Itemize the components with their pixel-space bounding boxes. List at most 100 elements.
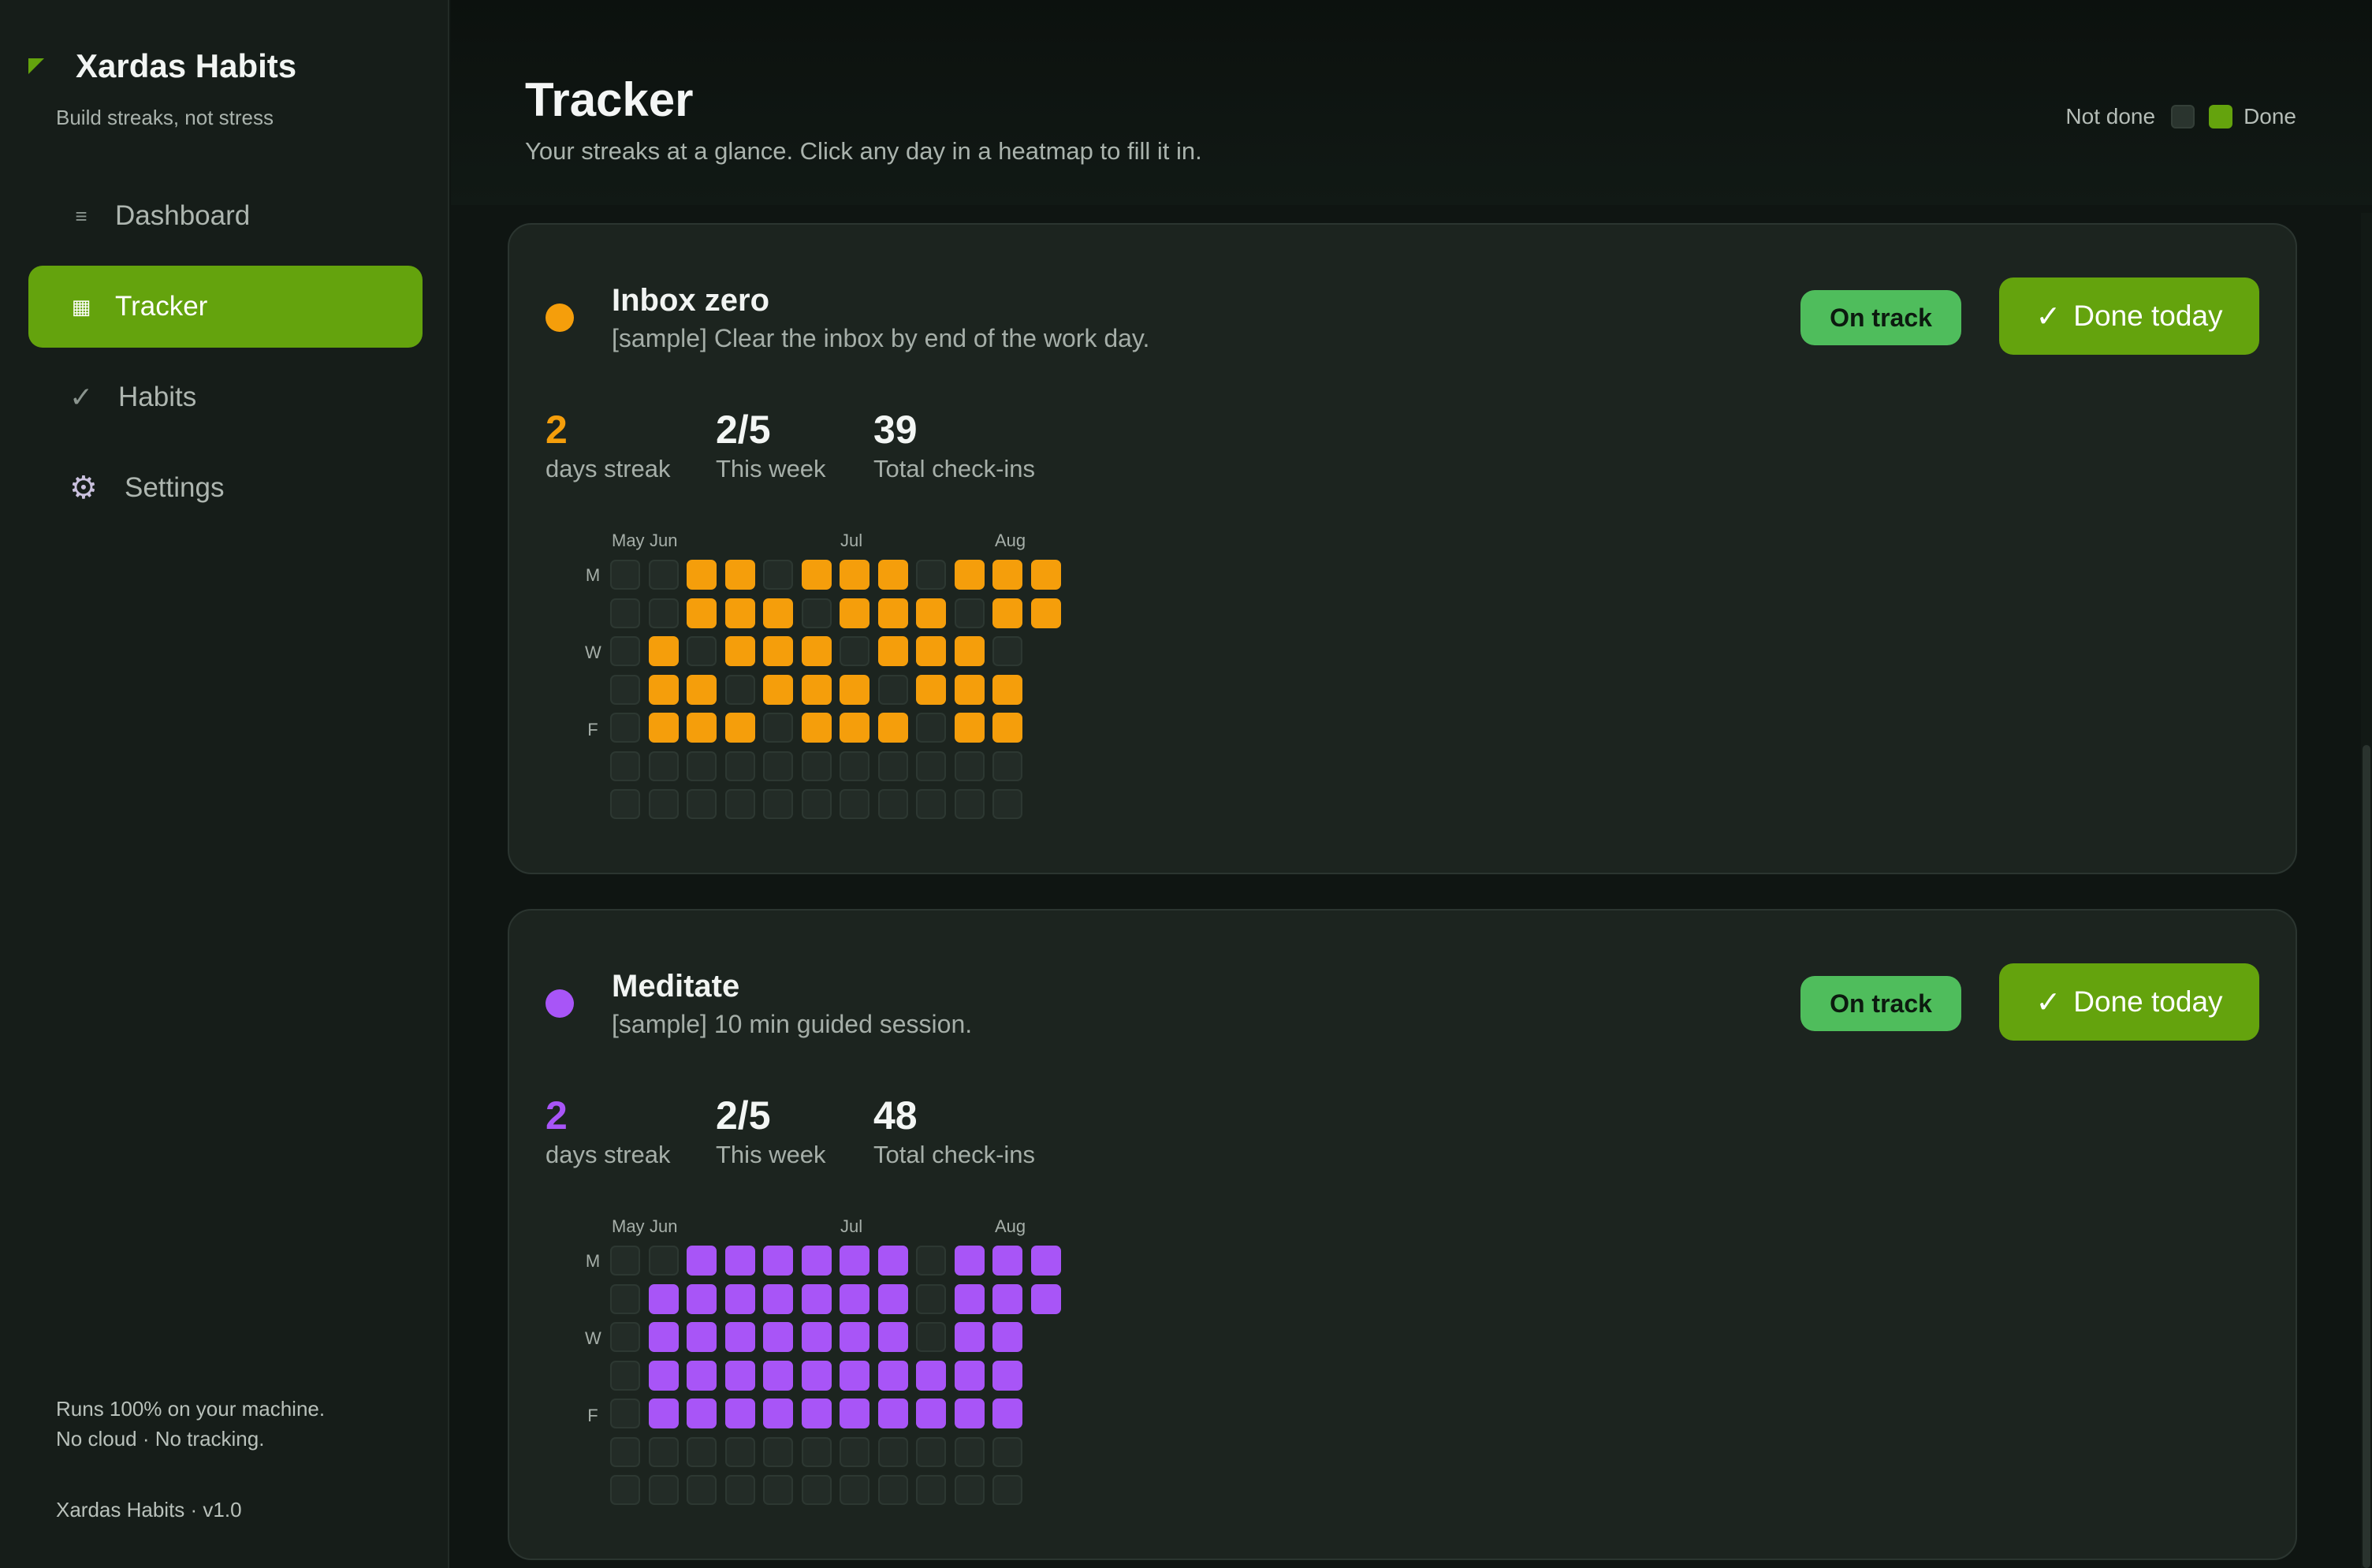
heatmap-day-cell[interactable] [610, 1360, 640, 1391]
heatmap-day-cell[interactable] [992, 1283, 1022, 1314]
heatmap-day-cell[interactable] [916, 1475, 946, 1505]
heatmap-day-cell[interactable] [877, 674, 908, 705]
heatmap-day-cell[interactable] [610, 636, 640, 666]
heatmap-day-cell[interactable] [877, 1322, 908, 1352]
heatmap-day-cell[interactable] [648, 674, 679, 705]
heatmap-day-cell[interactable] [801, 789, 832, 819]
heatmap-day-cell[interactable] [877, 1399, 908, 1428]
heatmap-day-cell[interactable] [648, 560, 679, 590]
heatmap-day-cell[interactable] [954, 560, 985, 590]
scrollbar-thumb[interactable] [2363, 745, 2370, 1568]
heatmap-day-cell[interactable] [840, 598, 869, 628]
heatmap-day-cell[interactable] [916, 713, 946, 743]
heatmap-day-cell[interactable] [763, 1246, 793, 1276]
heatmap-day-cell[interactable] [877, 1360, 908, 1391]
heatmap-day-cell[interactable] [954, 1436, 985, 1467]
heatmap-day-cell[interactable] [610, 1436, 640, 1467]
heatmap-day-cell[interactable] [877, 598, 908, 628]
heatmap-day-cell[interactable] [763, 1475, 793, 1505]
heatmap-day-cell[interactable] [724, 674, 755, 705]
heatmap-day-cell[interactable] [687, 713, 717, 743]
heatmap-day-cell[interactable] [763, 1322, 793, 1352]
heatmap-day-cell[interactable] [840, 1475, 869, 1505]
heatmap-day-cell[interactable] [610, 560, 640, 590]
heatmap-day-cell[interactable] [763, 750, 793, 781]
heatmap-day-cell[interactable] [954, 1283, 985, 1314]
heatmap-day-cell[interactable] [840, 1360, 869, 1391]
heatmap-day-cell[interactable] [763, 560, 793, 590]
heatmap-day-cell[interactable] [877, 713, 908, 743]
heatmap-day-cell[interactable] [610, 1322, 640, 1352]
heatmap-day-cell[interactable] [954, 636, 985, 666]
heatmap-day-cell[interactable] [724, 560, 755, 590]
heatmap-day-cell[interactable] [954, 1475, 985, 1505]
heatmap-day-cell[interactable] [648, 1436, 679, 1467]
heatmap-day-cell[interactable] [840, 1246, 869, 1276]
heatmap-day-cell[interactable] [1030, 1283, 1061, 1314]
heatmap-day-cell[interactable] [954, 1399, 985, 1428]
heatmap-day-cell[interactable] [648, 1475, 679, 1505]
heatmap-day-cell[interactable] [724, 789, 755, 819]
heatmap-day-cell[interactable] [687, 1436, 717, 1467]
heatmap-day-cell[interactable] [801, 713, 832, 743]
heatmap-day-cell[interactable] [916, 560, 946, 590]
heatmap-day-cell[interactable] [801, 1475, 832, 1505]
heatmap-day-cell[interactable] [840, 560, 869, 590]
heatmap-day-cell[interactable] [840, 789, 869, 819]
heatmap-day-cell[interactable] [724, 1399, 755, 1428]
heatmap-day-cell[interactable] [687, 674, 717, 705]
heatmap-day-cell[interactable] [954, 713, 985, 743]
heatmap-day-cell[interactable] [687, 1283, 717, 1314]
sidebar-item-habits[interactable]: ✓ Habits [28, 356, 423, 438]
heatmap-day-cell[interactable] [801, 636, 832, 666]
heatmap-day-cell[interactable] [801, 1246, 832, 1276]
heatmap-day-cell[interactable] [992, 636, 1022, 666]
heatmap-day-cell[interactable] [610, 789, 640, 819]
heatmap-day-cell[interactable] [763, 598, 793, 628]
heatmap-day-cell[interactable] [877, 1475, 908, 1505]
heatmap-day-cell[interactable] [916, 636, 946, 666]
heatmap-day-cell[interactable] [992, 598, 1022, 628]
heatmap-day-cell[interactable] [763, 1360, 793, 1391]
heatmap-day-cell[interactable] [610, 598, 640, 628]
done-today-button[interactable]: ✓ Done today [1999, 963, 2259, 1041]
heatmap-day-cell[interactable] [724, 1322, 755, 1352]
heatmap-day-cell[interactable] [687, 1399, 717, 1428]
heatmap-day-cell[interactable] [840, 1436, 869, 1467]
heatmap-day-cell[interactable] [840, 713, 869, 743]
heatmap-day-cell[interactable] [1030, 560, 1061, 590]
heatmap-day-cell[interactable] [724, 636, 755, 666]
heatmap-day-cell[interactable] [687, 598, 717, 628]
done-today-button[interactable]: ✓ Done today [1999, 277, 2259, 355]
heatmap-day-cell[interactable] [954, 1246, 985, 1276]
heatmap-day-cell[interactable] [610, 674, 640, 705]
heatmap-day-cell[interactable] [724, 1283, 755, 1314]
heatmap-day-cell[interactable] [992, 750, 1022, 781]
heatmap-day-cell[interactable] [992, 560, 1022, 590]
heatmap-day-cell[interactable] [840, 750, 869, 781]
heatmap-day-cell[interactable] [992, 674, 1022, 705]
heatmap-day-cell[interactable] [916, 1399, 946, 1428]
heatmap-day-cell[interactable] [610, 750, 640, 781]
heatmap-day-cell[interactable] [763, 1436, 793, 1467]
heatmap-day-cell[interactable] [648, 598, 679, 628]
heatmap-day-cell[interactable] [610, 1475, 640, 1505]
heatmap-day-cell[interactable] [648, 1246, 679, 1276]
heatmap-day-cell[interactable] [954, 674, 985, 705]
heatmap-day-cell[interactable] [801, 1360, 832, 1391]
heatmap-day-cell[interactable] [954, 1322, 985, 1352]
heatmap-day-cell[interactable] [877, 1246, 908, 1276]
heatmap-day-cell[interactable] [648, 1360, 679, 1391]
heatmap-day-cell[interactable] [801, 674, 832, 705]
heatmap-day-cell[interactable] [916, 674, 946, 705]
heatmap-day-cell[interactable] [763, 636, 793, 666]
heatmap-day-cell[interactable] [877, 1436, 908, 1467]
heatmap-day-cell[interactable] [648, 713, 679, 743]
heatmap-day-cell[interactable] [877, 560, 908, 590]
heatmap-day-cell[interactable] [610, 1246, 640, 1276]
heatmap-day-cell[interactable] [687, 789, 717, 819]
heatmap-day-cell[interactable] [610, 713, 640, 743]
heatmap-day-cell[interactable] [687, 1246, 717, 1276]
sidebar-item-dashboard[interactable]: ≡ Dashboard [28, 175, 423, 257]
heatmap-day-cell[interactable] [648, 1399, 679, 1428]
